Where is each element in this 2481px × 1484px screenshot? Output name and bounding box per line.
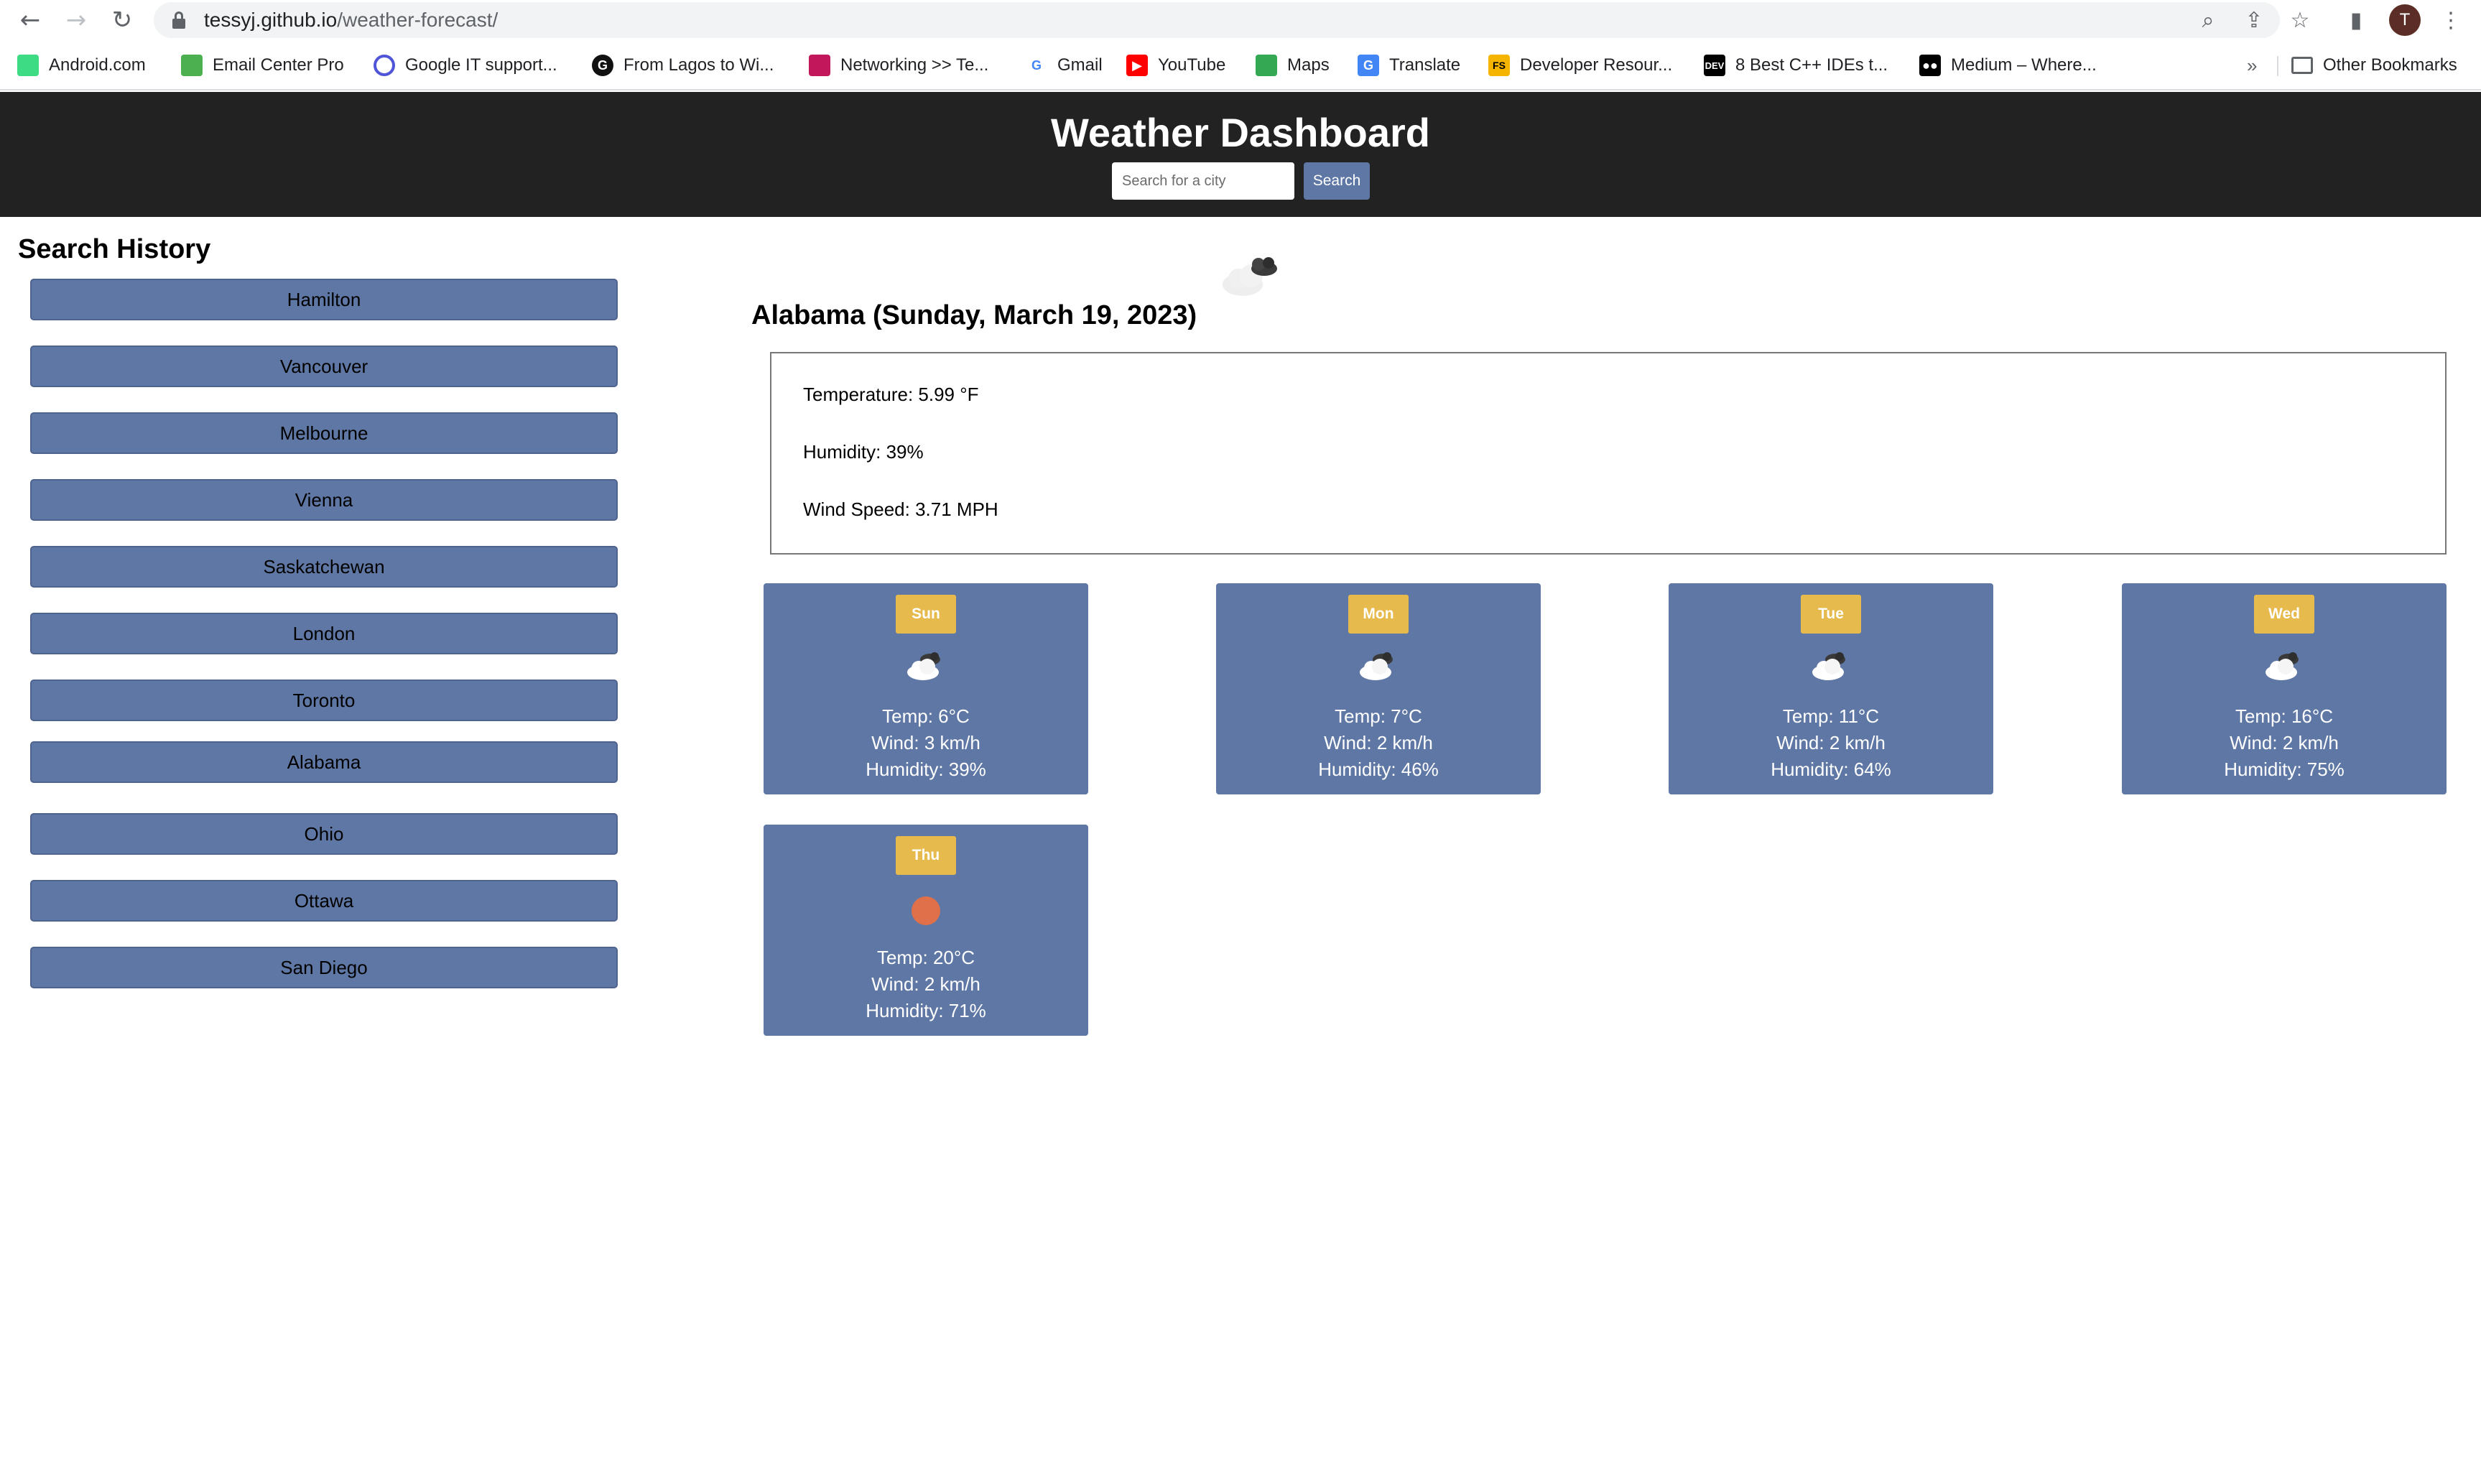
maps-icon (1256, 55, 1277, 76)
current-weather-title: Alabama (Sunday, March 19, 2023) (751, 300, 1197, 330)
page-title: Weather Dashboard (1051, 110, 1430, 155)
current-wind-speed: Wind Speed: 3.71 MPH (803, 498, 998, 520)
bookmark-gmail[interactable]: G Gmail (1026, 52, 1103, 79)
header: Weather Dashboard Search (0, 92, 2481, 217)
other-bookmarks[interactable]: Other Bookmarks (2291, 52, 2457, 79)
history-item-san-diego[interactable]: San Diego (30, 947, 618, 988)
bookmark-star-icon[interactable]: ☆ (2284, 4, 2316, 36)
bookmark-medium[interactable]: ●● Medium – Where... (1919, 52, 2097, 79)
forecast-wind: Wind: 3 km/h (871, 732, 980, 753)
bookmark-maps[interactable]: Maps (1256, 52, 1330, 79)
forward-arrow-icon[interactable]: → (60, 4, 92, 36)
side-panel-icon[interactable]: ▮ (2340, 4, 2372, 36)
current-temperature: Temperature: 5.99 °F (803, 384, 979, 405)
translate-icon: G (1358, 55, 1379, 76)
google-icon: G (1026, 55, 1047, 76)
search-button[interactable]: Search (1304, 162, 1370, 200)
networking-icon (809, 55, 830, 76)
bookmark-translate[interactable]: G Translate (1358, 52, 1460, 79)
forecast-card-mon: Mon Temp: 7°C Wind: 2 km/h Humidity: 46% (1216, 583, 1541, 794)
email-center-icon (181, 55, 203, 76)
bookmark-cpp-ides[interactable]: DEV 8 Best C++ IDEs t... (1704, 52, 1888, 79)
forecast-wind: Wind: 2 km/h (1324, 732, 1433, 753)
dev-icon: DEV (1704, 55, 1725, 76)
bookmark-android[interactable]: Android.com (17, 52, 146, 79)
forecast-humidity: Humidity: 64% (1771, 759, 1891, 780)
cloud-icon (1812, 652, 1845, 680)
day-badge: Thu (896, 836, 956, 875)
history-item-ohio[interactable]: Ohio (30, 813, 618, 855)
forecast-humidity: Humidity: 75% (2224, 759, 2345, 780)
forecast-temp: Temp: 6°C (882, 705, 970, 727)
forecast-wind: Wind: 2 km/h (2230, 732, 2339, 753)
q-icon (374, 55, 395, 76)
day-badge: Sun (896, 595, 956, 634)
history-item-toronto[interactable]: Toronto (30, 680, 618, 721)
day-badge: Wed (2254, 595, 2314, 634)
forecast-temp: Temp: 16°C (2235, 705, 2334, 727)
day-badge: Mon (1348, 595, 1409, 634)
browser-toolbar: ← → ↻ tessyj.github.io/weather-forecast/… (0, 0, 2481, 40)
history-item-ottawa[interactable]: Ottawa (30, 880, 618, 922)
broken-clouds-icon (1223, 257, 1277, 296)
forecast-humidity: Humidity: 39% (866, 759, 986, 780)
forecast-card-sun: Sun Temp: 6°C Wind: 3 km/h Humidity: 39% (764, 583, 1088, 794)
fs-icon: FS (1488, 55, 1510, 76)
address-bar[interactable]: tessyj.github.io/weather-forecast/ (154, 2, 2280, 38)
forecast-temp: Temp: 7°C (1335, 705, 1422, 727)
cloud-icon (907, 652, 940, 680)
bookmarks-overflow-button[interactable]: » (2247, 52, 2257, 79)
cloud-icon (1360, 652, 1393, 680)
history-item-vancouver[interactable]: Vancouver (30, 346, 618, 387)
reload-icon[interactable]: ↻ (106, 4, 138, 36)
bookmark-developer[interactable]: FS Developer Resour... (1488, 52, 1672, 79)
folder-icon (2291, 57, 2313, 74)
forecast-wind: Wind: 2 km/h (871, 973, 980, 995)
forecast-wind: Wind: 2 km/h (1776, 732, 1886, 753)
forecast-humidity: Humidity: 46% (1318, 759, 1439, 780)
share-icon[interactable]: ⇪ (2238, 4, 2270, 36)
history-item-vienna[interactable]: Vienna (30, 479, 618, 521)
forecast-card-thu: Thu Temp: 20°C Wind: 2 km/h Humidity: 71… (764, 825, 1088, 1036)
menu-kebab-icon[interactable]: ⋮ (2435, 4, 2467, 36)
forecast-temp: Temp: 11°C (1782, 705, 1880, 727)
search-input[interactable] (1112, 162, 1294, 200)
bookmark-lagos[interactable]: G From Lagos to Wi... (592, 52, 774, 79)
youtube-icon: ▶ (1126, 55, 1148, 76)
history-item-saskatchewan[interactable]: Saskatchewan (30, 546, 618, 588)
forecast-temp: Temp: 20°C (876, 947, 975, 968)
history-item-hamilton[interactable]: Hamilton (30, 279, 618, 320)
day-badge: Tue (1801, 595, 1861, 634)
bookmarks-divider (2277, 56, 2278, 76)
profile-avatar[interactable]: T (2389, 4, 2421, 36)
cloud-icon (2266, 652, 2299, 680)
medium-icon: ●● (1919, 55, 1941, 76)
bookmark-google-it[interactable]: Google IT support... (374, 52, 557, 79)
page: Weather Dashboard Search Search History … (0, 91, 2481, 1484)
history-item-london[interactable]: London (30, 613, 618, 654)
bookmark-youtube[interactable]: ▶ YouTube (1126, 52, 1225, 79)
bookmarks-bar: Android.com Email Center Pro Google IT s… (0, 40, 2481, 91)
lock-icon[interactable] (172, 11, 185, 29)
current-weather-panel: Temperature: 5.99 °F Humidity: 39% Wind … (770, 352, 2447, 555)
forecast-humidity: Humidity: 71% (866, 1000, 986, 1021)
bookmark-email-center[interactable]: Email Center Pro (181, 52, 344, 79)
history-item-alabama[interactable]: Alabama (30, 741, 618, 783)
current-humidity: Humidity: 39% (803, 441, 924, 463)
forecast-card-tue: Tue Temp: 11°C Wind: 2 km/h Humidity: 64… (1669, 583, 1993, 794)
forecast-card-wed: Wed Temp: 16°C Wind: 2 km/h Humidity: 75… (2122, 583, 2447, 794)
url-text[interactable]: tessyj.github.io/weather-forecast/ (204, 2, 498, 38)
medium-g-icon: G (592, 55, 613, 76)
sun-icon (912, 896, 940, 925)
back-arrow-icon[interactable]: ← (14, 4, 46, 36)
bookmark-networking[interactable]: Networking >> Te... (809, 52, 988, 79)
search-history-title: Search History (18, 234, 211, 264)
zoom-icon[interactable]: ⌕ (2192, 4, 2224, 36)
history-item-melbourne[interactable]: Melbourne (30, 412, 618, 454)
android-icon (17, 55, 39, 76)
